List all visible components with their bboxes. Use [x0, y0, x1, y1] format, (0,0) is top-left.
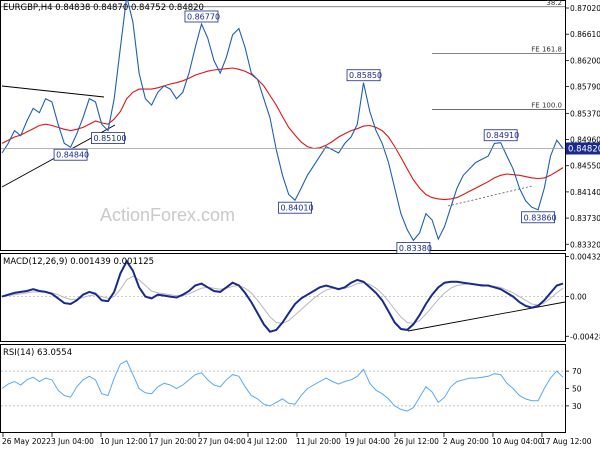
price-tick-label: 0.86200: [570, 56, 600, 65]
macd-tick-label: 0.00: [570, 293, 587, 302]
price-tick-label: 0.83320: [570, 240, 600, 249]
price-label-text: 0.84910: [486, 131, 519, 140]
price-tick-label: 0.84550: [570, 162, 600, 171]
fib-level-label: FE 161.8: [531, 45, 562, 53]
x-tick-label: 4 Jul 12:00: [247, 437, 287, 446]
price-tick-label: 0.85370: [570, 109, 600, 118]
price-tick-label: 0.86610: [570, 30, 600, 39]
price-tick-label: 0.87020: [570, 4, 600, 13]
x-tick-label: 19 Jul 04:00: [345, 437, 390, 446]
x-tick-label: 10 Aug 04:00: [492, 437, 543, 446]
price-label-text: 0.84840: [56, 151, 89, 160]
macd-title: MACD(12,26,9) 0.001439 0.001125: [3, 257, 154, 267]
price-label-text: 0.84010: [280, 204, 313, 213]
x-axis-ticks: 26 May 2022 3 Jun 04:00 10 Jun 12:00 17 Jun…: [2, 433, 592, 446]
x-tick-label: 27 Jun 04:00: [198, 437, 246, 446]
x-tick-label: 11 Jul 20:00: [296, 437, 341, 446]
price-label-text: 0.86770: [187, 12, 220, 21]
watermark: ActionForex.com: [100, 205, 235, 225]
price-label-text: 0.83380: [399, 244, 432, 253]
rsi-tick-label: 70: [572, 367, 582, 376]
x-tick-label: 26 Jul 12:00: [394, 437, 439, 446]
current-price-label: 0.84820: [568, 144, 600, 154]
x-tick-label: 26 May 2022: [2, 437, 51, 446]
rsi-tick-label: 50: [572, 385, 582, 394]
macd-tick-label: -0.004288: [570, 332, 600, 341]
price-label-text: 0.85100: [93, 134, 126, 143]
x-tick-label: 17 Jun 20:00: [149, 437, 197, 446]
price-tick-label: 0.84140: [570, 188, 600, 197]
chart-canvas: ActionForex.com 38.2 FE 161.8 FE 100.0 0.8…: [0, 0, 600, 446]
rsi-panel-frame: [0, 344, 566, 433]
x-tick-label: 10 Jun 12:00: [100, 437, 148, 446]
rsi-title: RSI(14) 63.0554: [3, 348, 72, 358]
price-chart-title: EURGBP,H4 0.84838 0.84870 0.84752 0.8482…: [3, 3, 204, 13]
x-tick-label: 3 Jun 04:00: [51, 437, 94, 446]
fib-level-label: FE 100.0: [531, 102, 562, 110]
x-tick-label: 17 Aug 12:00: [541, 437, 592, 446]
x-tick-label: 2 Aug 20:00: [443, 437, 489, 446]
price-tick-label: 0.83730: [570, 214, 600, 223]
rsi-tick-label: 30: [572, 402, 582, 411]
price-label-text: 0.85850: [349, 71, 382, 80]
price-label-text: 0.83860: [524, 213, 557, 222]
fib-level-label: 38.2: [546, 0, 562, 7]
price-tick-label: 0.85790: [570, 83, 600, 92]
macd-tick-label: 0.004325: [570, 253, 600, 262]
